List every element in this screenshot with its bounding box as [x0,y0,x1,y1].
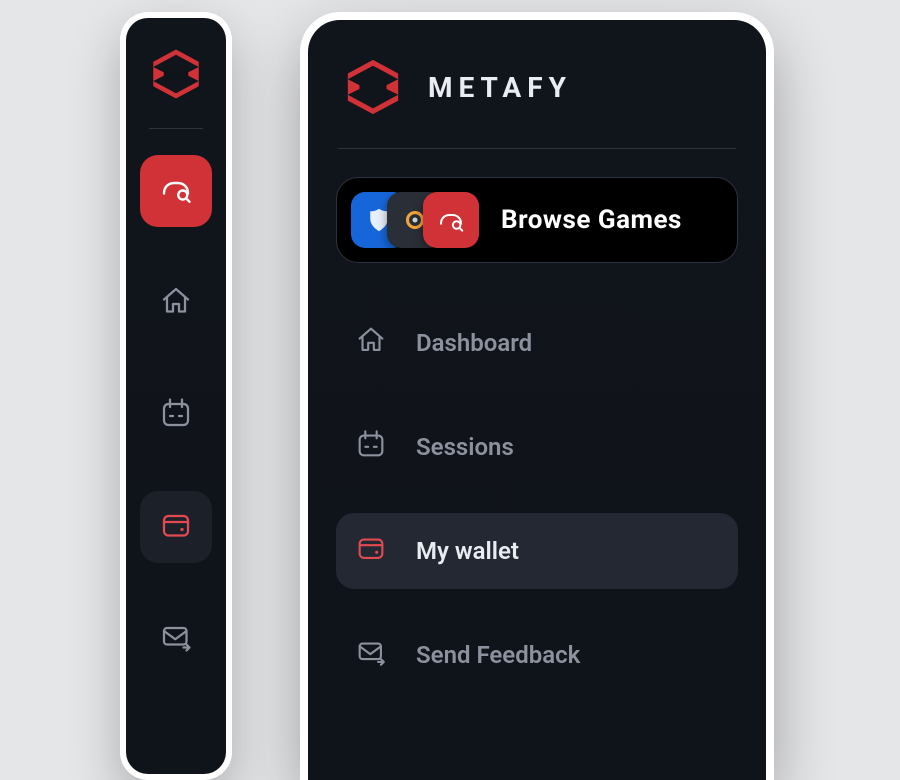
divider [338,148,736,149]
game-tile [423,192,479,248]
wallet-icon [354,531,388,571]
rail-item-sessions[interactable] [140,379,212,451]
controller-search-icon [436,205,466,235]
brand-logo-icon [342,56,404,118]
calendar-icon [158,395,194,435]
home-icon [354,323,388,363]
mail-icon [158,619,194,659]
sidebar-collapsed-inner [126,18,226,774]
nav-item-dashboard[interactable]: Dashboard [336,305,738,381]
wallet-icon [158,507,194,547]
brand-logo-icon [148,46,204,102]
controller-search-icon [158,171,194,211]
home-icon [158,283,194,323]
sidebar-expanded: METAFY Browse Games [300,12,774,780]
browse-games-label: Browse Games [501,205,682,235]
nav-item-label: Send Feedback [416,641,720,669]
brand-name: METAFY [428,71,572,104]
brand: METAFY [342,56,738,118]
divider [149,128,203,129]
primary-nav: Dashboard Sessions My wallet [336,305,738,693]
rail-item-browse[interactable] [140,155,212,227]
nav-item-label: My wallet [416,537,720,565]
nav-item-label: Dashboard [416,329,720,357]
calendar-icon [354,427,388,467]
nav-item-sessions[interactable]: Sessions [336,409,738,485]
nav-item-label: Sessions [416,433,720,461]
rail-item-wallet[interactable] [140,491,212,563]
game-tile-stack [351,192,479,248]
nav-item-wallet[interactable]: My wallet [336,513,738,589]
browse-games-button[interactable]: Browse Games [336,177,738,263]
sidebar-collapsed [120,12,232,780]
nav-item-feedback[interactable]: Send Feedback [336,617,738,693]
rail-item-dashboard[interactable] [140,267,212,339]
rail-item-feedback[interactable] [140,603,212,675]
sidebar-expanded-inner: METAFY Browse Games [308,20,766,780]
mail-icon [354,635,388,675]
